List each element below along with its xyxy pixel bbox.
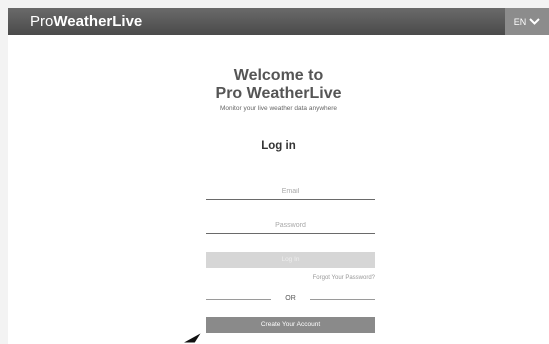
login-title: Log in [261, 140, 296, 152]
language-code: EN [513, 16, 527, 27]
login-button[interactable]: Log In [206, 252, 375, 268]
brand-weatherlive-text: WeatherLive [53, 13, 143, 30]
mouse-cursor-icon [181, 331, 203, 344]
email-input[interactable] [206, 183, 375, 200]
password-input[interactable] [206, 217, 375, 234]
welcome-subtitle: Monitor your live weather data anywhere [219, 105, 338, 112]
welcome-heading-line1: Welcome to [233, 67, 324, 84]
chevron-down-icon [529, 18, 540, 25]
or-divider: OR [206, 293, 375, 305]
top-navigation-bar: ProWeatherLive EN [8, 8, 549, 35]
create-account-button[interactable]: Create Your Account [206, 317, 375, 333]
or-divider-line-right [310, 299, 375, 300]
brand-pro-text: Pro [30, 13, 54, 30]
app-frame: ProWeatherLive EN Welcome to Pro Weather… [8, 8, 549, 344]
brand-logo[interactable]: ProWeatherLive [30, 13, 142, 30]
welcome-heading-line2: Pro WeatherLive [215, 85, 342, 102]
language-selector[interactable]: EN [505, 8, 549, 35]
forgot-password-link[interactable]: Forgot Your Password? [206, 275, 375, 281]
